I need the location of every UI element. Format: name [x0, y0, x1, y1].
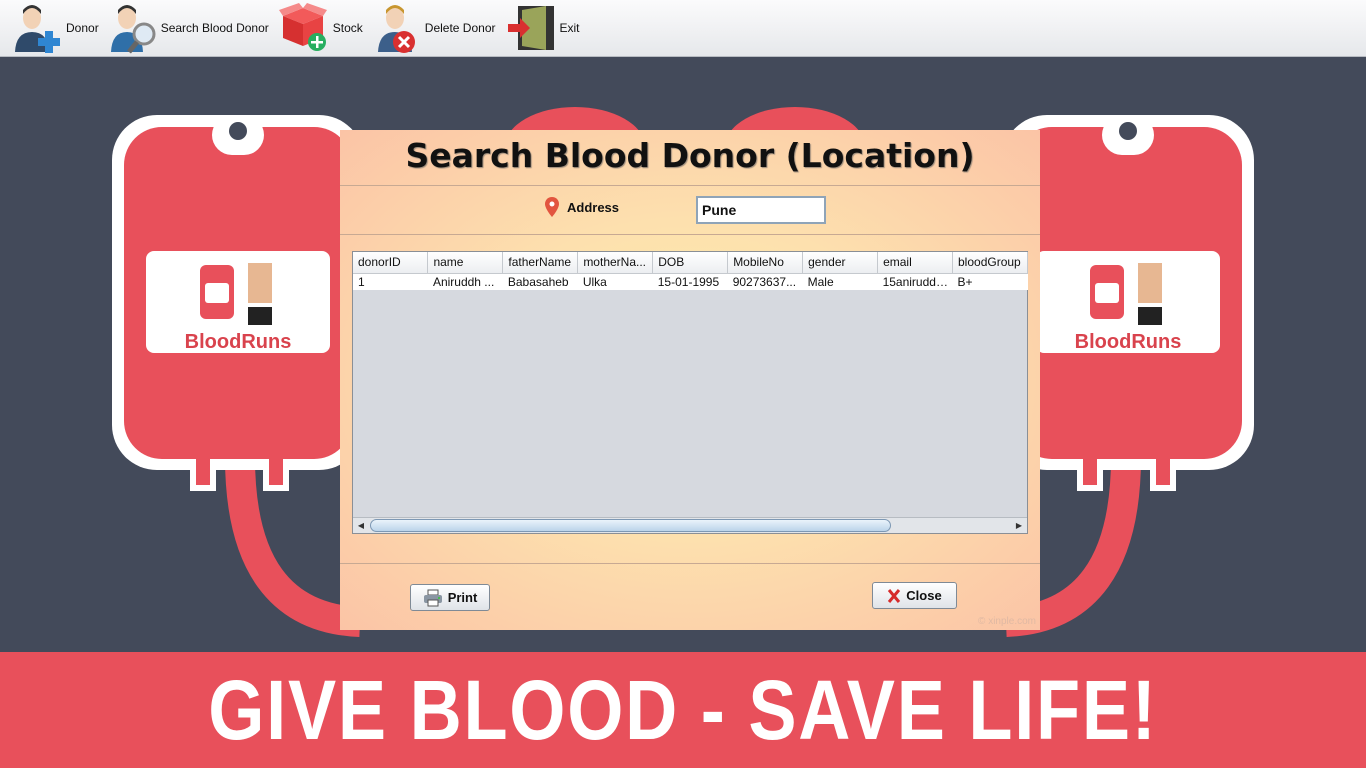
scroll-right-icon[interactable]: ▶: [1013, 520, 1025, 532]
title-divider: [340, 185, 1040, 186]
search-location-dialog: Search Blood Donor (Location) Address do…: [340, 130, 1040, 630]
toolbar-stock-label: Stock: [332, 21, 363, 35]
donor-results-table[interactable]: donorID name fatherName motherNa... DOB …: [352, 251, 1028, 534]
watermark: © xinple.com: [978, 616, 1036, 627]
column-header-mothername[interactable]: motherNa...: [577, 252, 654, 274]
close-label: Close: [906, 588, 942, 603]
horizontal-scrollbar[interactable]: ◀ ▶: [353, 517, 1027, 533]
cell-email[interactable]: 15aniruddh...: [877, 273, 953, 290]
location-pin-icon: [545, 197, 559, 217]
cell-name[interactable]: Aniruddh ...: [427, 273, 503, 290]
delete-donor-icon: [377, 5, 415, 53]
column-header-fathername[interactable]: fatherName: [502, 252, 579, 274]
column-header-email[interactable]: email: [877, 252, 953, 274]
search-donor-icon: [110, 5, 156, 54]
toolbar-donor-button[interactable]: Donor: [12, 0, 99, 57]
print-label: Print: [447, 590, 478, 605]
table-header-row: donorID name fatherName motherNa... DOB …: [353, 252, 1028, 274]
close-x-icon: [888, 588, 901, 603]
cell-bloodgroup[interactable]: B+: [952, 273, 1028, 290]
cell-mothername[interactable]: Ulka: [577, 273, 653, 290]
column-header-name[interactable]: name: [427, 252, 504, 274]
column-header-donorid[interactable]: donorID: [353, 252, 429, 274]
toolbar-donor-label: Donor: [66, 21, 99, 35]
address-input[interactable]: [696, 196, 826, 224]
stock-box-icon: [278, 3, 327, 51]
table-row[interactable]: 1 Aniruddh ... Babasaheb Ulka 15-01-1995…: [353, 273, 1028, 290]
footer-divider: [340, 563, 1040, 564]
left-blood-bag: [112, 115, 364, 491]
toolbar-delete-donor-button[interactable]: Delete Donor: [373, 0, 496, 57]
column-header-dob[interactable]: DOB: [652, 252, 729, 274]
scrollbar-thumb[interactable]: [370, 519, 891, 532]
dialog-title: Search Blood Donor (Location): [405, 136, 975, 175]
toolbar-exit-button[interactable]: Exit: [506, 0, 580, 57]
left-bag-brand: BloodRuns: [185, 331, 292, 353]
toolbar-search-donor-label: Search Blood Donor: [160, 21, 269, 35]
toolbar-exit-label: Exit: [559, 21, 580, 35]
printer-icon: [423, 589, 442, 606]
print-button[interactable]: Print: [410, 584, 490, 611]
toolbar-stock-button[interactable]: Stock: [278, 0, 363, 57]
cell-mobileno[interactable]: 90273637...: [727, 273, 803, 290]
close-button[interactable]: Close: [872, 582, 957, 609]
slogan-banner: GIVE BLOOD - SAVE LIFE!: [0, 652, 1366, 768]
slogan-text: GIVE BLOOD - SAVE LIFE!: [208, 662, 1158, 757]
cell-fathername[interactable]: Babasaheb: [502, 273, 578, 290]
main-toolbar: Donor Search Blood Donor Stock Delete Do…: [0, 0, 1366, 57]
right-bag-brand: BloodRuns: [1075, 331, 1182, 353]
scroll-left-icon[interactable]: ◀: [355, 520, 367, 532]
exit-door-icon: [507, 6, 554, 50]
cell-gender[interactable]: Male: [802, 273, 878, 290]
search-divider: [340, 234, 1040, 235]
cell-dob[interactable]: 15-01-1995: [652, 273, 728, 290]
column-header-gender[interactable]: gender: [802, 252, 879, 274]
column-header-bloodgroup[interactable]: bloodGroup: [952, 252, 1028, 274]
toolbar-delete-donor-label: Delete Donor: [424, 21, 496, 35]
column-header-mobileno[interactable]: MobileNo: [727, 252, 804, 274]
address-label: Address: [567, 200, 620, 215]
cell-donorid[interactable]: 1: [353, 273, 428, 290]
add-donor-icon: [15, 5, 60, 53]
toolbar-search-donor-button[interactable]: Search Blood Donor: [110, 0, 269, 57]
